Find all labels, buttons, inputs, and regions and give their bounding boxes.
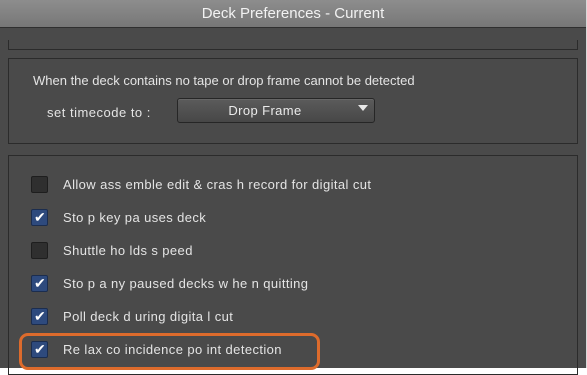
timecode-description: When the deck contains no tape or drop f… <box>33 73 415 88</box>
checkbox[interactable] <box>31 176 48 193</box>
option-stop-paused-decks[interactable]: ✔ Sto p a ny paused decks w he n quittin… <box>31 273 571 295</box>
option-label: Sto p key pa uses deck <box>63 210 207 225</box>
option-stop-key-pauses-deck[interactable]: ✔ Sto p key pa uses deck <box>31 207 571 229</box>
deck-preferences-window: Deck Preferences - Current When the deck… <box>0 0 587 375</box>
checkbox[interactable]: ✔ <box>31 308 48 325</box>
timecode-panel: When the deck contains no tape or drop f… <box>8 58 578 144</box>
timecode-dropdown-value: Drop Frame <box>228 103 302 118</box>
window-title: Deck Preferences - Current <box>201 5 385 22</box>
checkmark-icon: ✔ <box>34 209 46 225</box>
checkmark-icon: ✔ <box>34 308 46 324</box>
option-label: Poll deck d uring digita l cut <box>63 309 234 324</box>
checkmark-icon: ✔ <box>34 275 46 291</box>
checkbox[interactable] <box>31 242 48 259</box>
option-label: Sto p a ny paused decks w he n quitting <box>63 276 309 291</box>
window-title-bar: Deck Preferences - Current <box>0 0 586 28</box>
top-panel-strip <box>8 40 578 50</box>
highlight-annotation <box>19 333 320 370</box>
checkbox[interactable]: ✔ <box>31 209 48 226</box>
timecode-dropdown[interactable]: Drop Frame <box>177 98 375 123</box>
timecode-label: set timecode to : <box>47 105 151 120</box>
checkbox[interactable]: ✔ <box>31 275 48 292</box>
chevron-down-icon <box>358 105 368 111</box>
option-allow-assemble-edit[interactable]: Allow ass emble edit & cras h record for… <box>31 174 571 196</box>
option-label: Allow ass emble edit & cras h record for… <box>63 177 372 192</box>
option-poll-deck[interactable]: ✔ Poll deck d uring digita l cut <box>31 306 571 328</box>
option-shuttle-holds-speed[interactable]: Shuttle ho lds s peed <box>31 240 571 262</box>
option-label: Shuttle ho lds s peed <box>63 243 193 258</box>
